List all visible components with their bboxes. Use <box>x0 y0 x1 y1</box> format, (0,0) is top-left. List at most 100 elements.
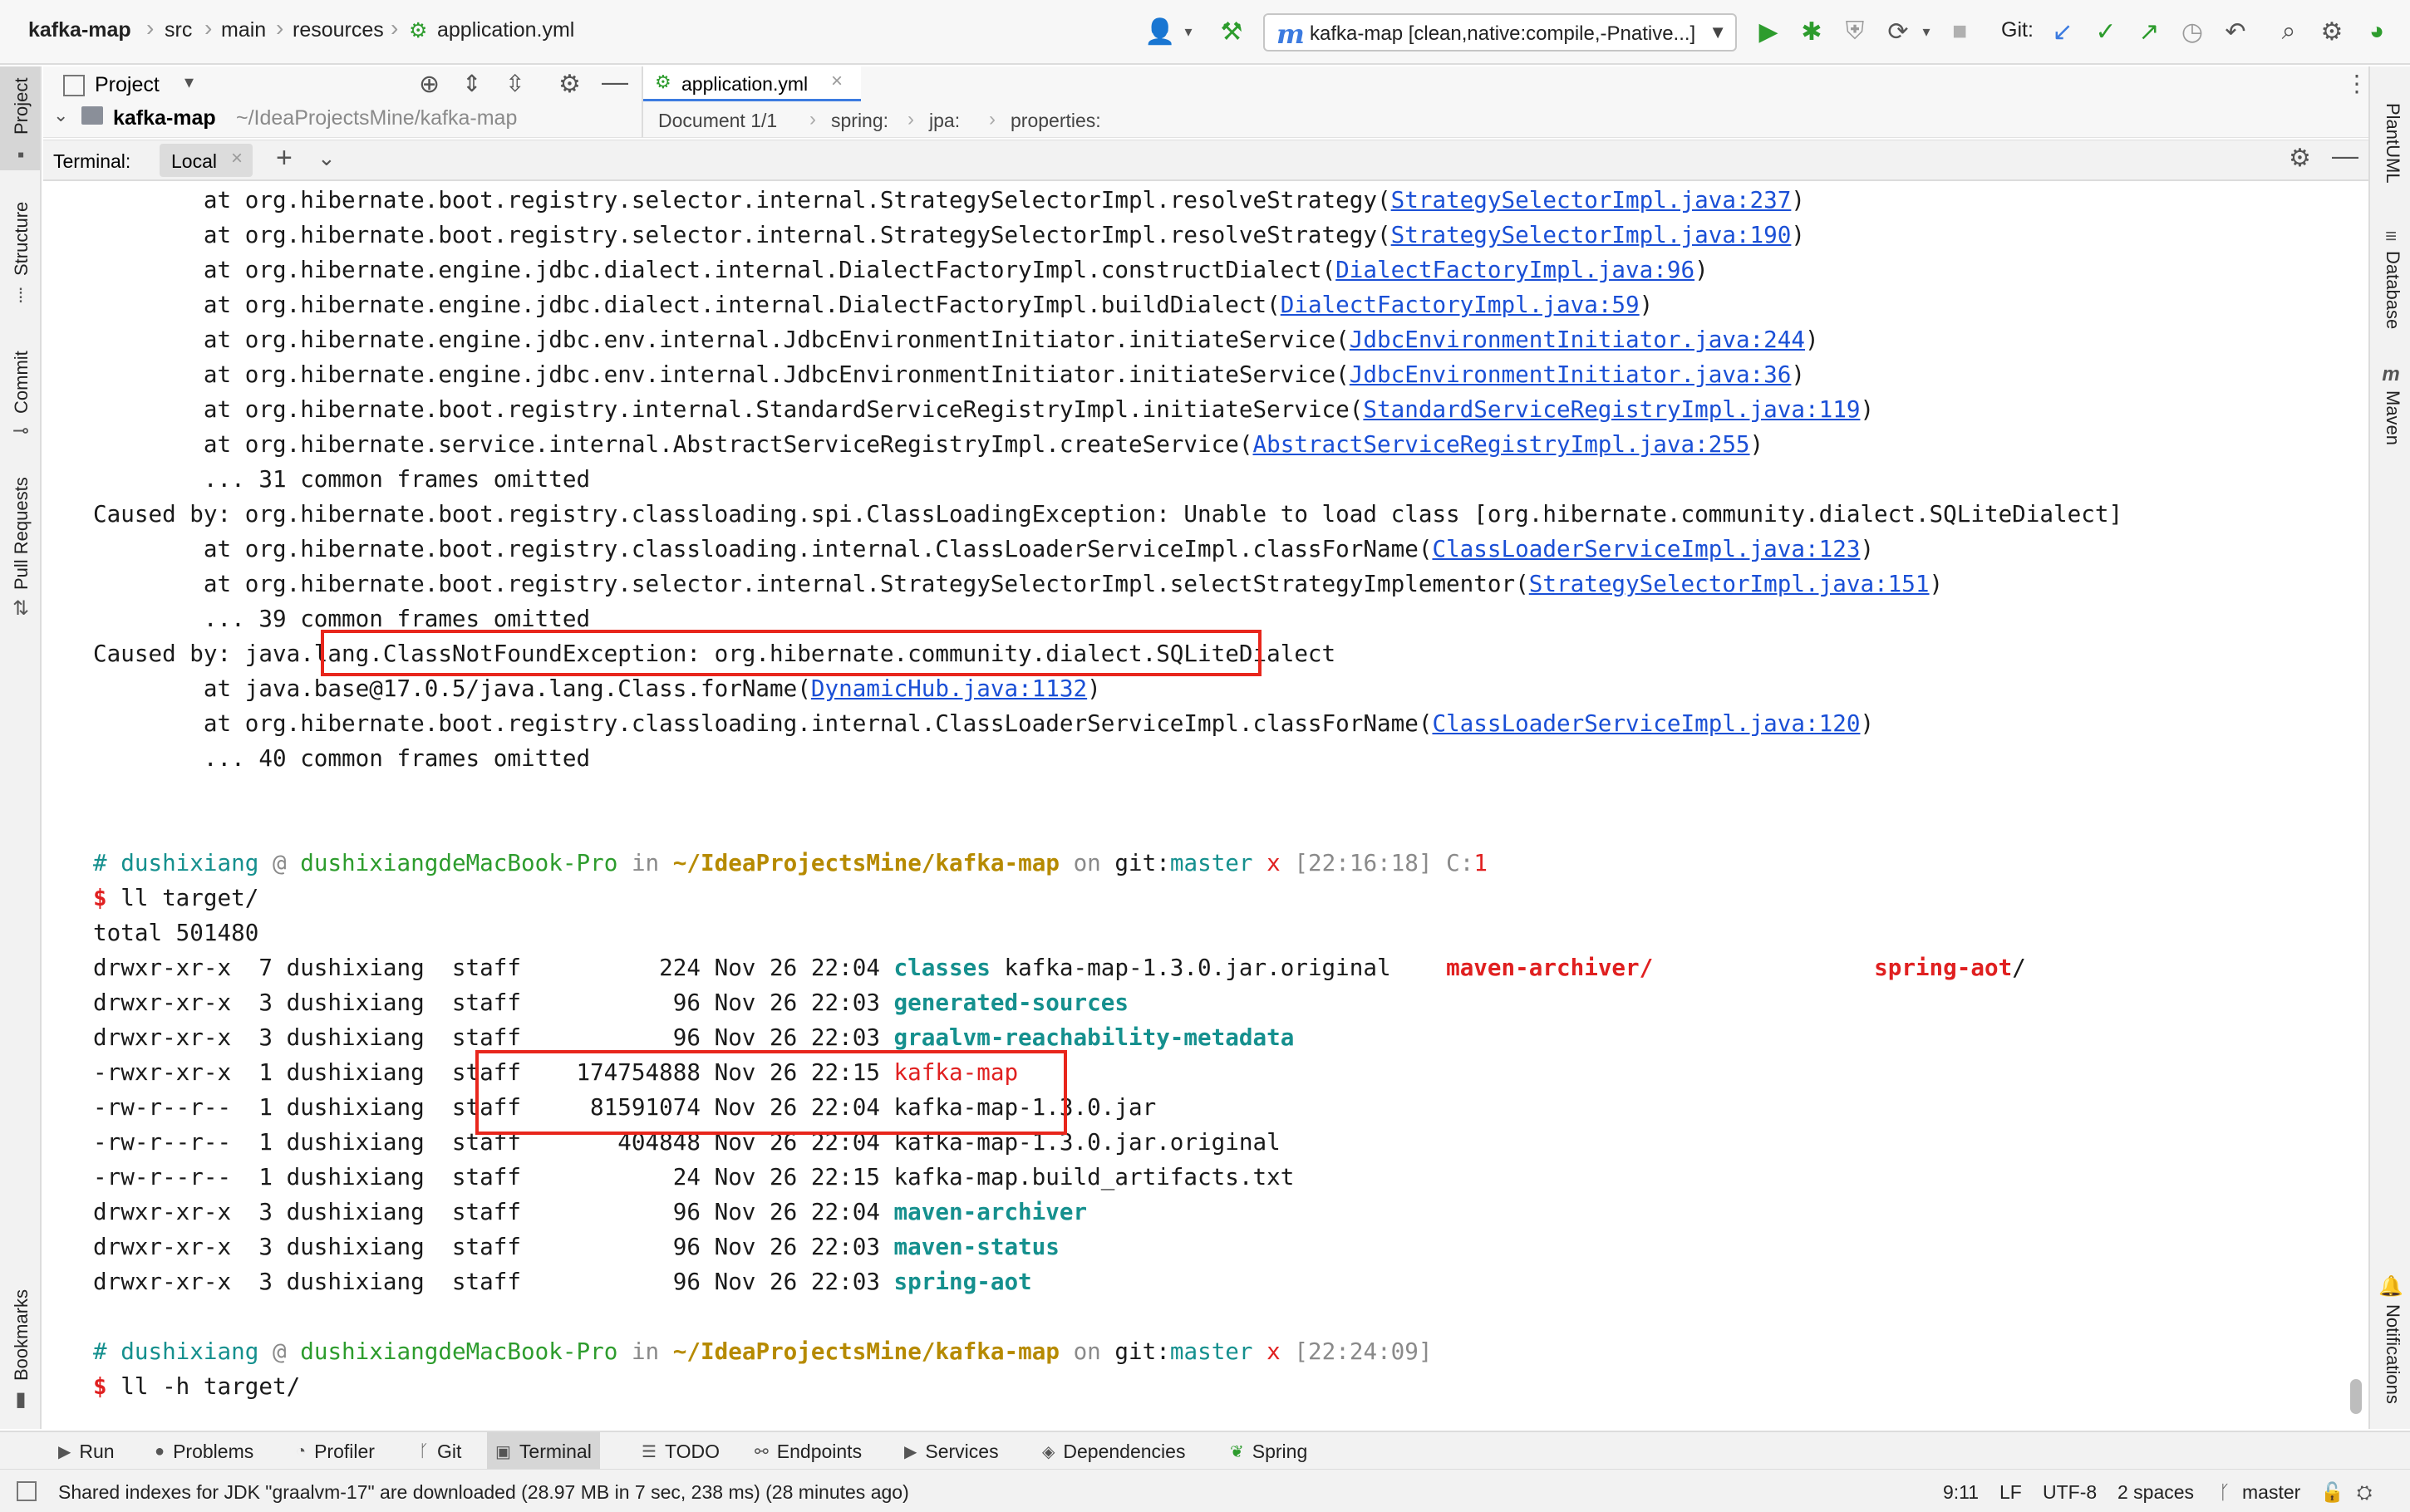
run-icon: ▶ <box>58 1442 71 1461</box>
tool-tab-maven[interactable]: Maven <box>2382 390 2403 445</box>
more-tabs-icon[interactable]: ⋮ <box>2345 70 2368 97</box>
left-tool-window-strip: Project ▪ Structure ⁞ Commit ⊸ Pull Requ… <box>0 66 42 1429</box>
project-view-dropdown-icon[interactable]: ▾ <box>184 71 194 93</box>
tool-tab-git[interactable]: ᚴ Git <box>411 1432 470 1470</box>
tool-tab-notifications[interactable]: Notifications <box>2382 1304 2403 1404</box>
terminal-tab-local[interactable]: Local × <box>160 144 253 177</box>
project-root-path: ~/IdeaProjectsMine/kafka-map <box>236 106 518 130</box>
tool-tab-todo[interactable]: ☰ TODO <box>633 1432 728 1470</box>
prompt-in: in <box>617 849 673 876</box>
stop-icon[interactable]: ■ <box>1943 15 1976 48</box>
ide-update-icon[interactable]: ◕ <box>2360 15 2393 48</box>
source-link[interactable]: DialectFactoryImpl.java:59 <box>1281 291 1640 318</box>
debug-icon[interactable]: ✱ <box>1795 15 1828 48</box>
tool-tab-bookmarks[interactable]: Bookmarks <box>11 1289 32 1381</box>
editor-breadcrumb-spring[interactable]: spring: <box>831 110 888 132</box>
source-link[interactable]: ClassLoaderServiceImpl.java:120 <box>1432 709 1860 737</box>
breadcrumb-src[interactable]: src <box>165 18 192 42</box>
tool-tab-structure[interactable]: Structure <box>11 202 32 276</box>
source-link[interactable]: StandardServiceRegistryImpl.java:119 <box>1363 395 1860 423</box>
terminal-settings-gear-icon[interactable]: ⚙ <box>2289 144 2311 173</box>
terminal-scrollbar-thumb[interactable] <box>2350 1379 2362 1414</box>
source-link[interactable]: AbstractServiceRegistryImpl.java:255 <box>1252 430 1749 458</box>
source-link[interactable]: StrategySelectorImpl.java:190 <box>1391 221 1792 248</box>
build-hammer-icon[interactable]: ⚒ <box>1215 15 1248 48</box>
source-link[interactable]: ClassLoaderServiceImpl.java:123 <box>1432 535 1860 562</box>
breadcrumb-project[interactable]: kafka-map <box>28 18 131 42</box>
lock-icon[interactable]: 🔓 <box>2320 1481 2344 1504</box>
git-commit-icon[interactable]: ✓ <box>2089 15 2122 48</box>
source-link[interactable]: StrategySelectorImpl.java:237 <box>1391 186 1792 214</box>
source-link[interactable]: StrategySelectorImpl.java:151 <box>1529 570 1930 597</box>
tool-tab-services[interactable]: ▶ Services <box>896 1432 1007 1470</box>
tool-tab-pull-requests[interactable]: Pull Requests <box>11 477 32 590</box>
prompt-git-label: git: <box>1114 1338 1170 1365</box>
tool-tab-spring[interactable]: ❦ Spring <box>1222 1432 1316 1470</box>
tool-tab-label: TODO <box>664 1440 720 1462</box>
tool-tab-project[interactable]: Project <box>11 78 32 135</box>
caret-position[interactable]: 9:11 <box>1943 1481 1979 1504</box>
indent-setting[interactable]: 2 spaces <box>2117 1481 2194 1504</box>
account-dropdown-icon[interactable]: ▾ <box>1172 15 1205 48</box>
tool-tab-database[interactable]: Database <box>2382 251 2403 329</box>
project-root-name[interactable]: kafka-map <box>113 106 216 130</box>
tool-tab-dependencies[interactable]: ◈ Dependencies <box>1034 1432 1193 1470</box>
new-terminal-plus-icon[interactable]: + <box>276 142 293 174</box>
hide-terminal-icon[interactable]: — <box>2332 140 2358 171</box>
file-encoding[interactable]: UTF-8 <box>2043 1481 2097 1504</box>
more-run-dropdown-icon[interactable]: ▾ <box>1910 15 1943 48</box>
tool-tab-terminal[interactable]: ▣ Terminal <box>487 1432 600 1470</box>
chevron-down-icon: ▼ <box>1709 22 1727 42</box>
breadcrumb-file[interactable]: application.yml <box>437 18 574 42</box>
tool-tab-endpoints[interactable]: ⚯ Endpoints <box>746 1432 870 1470</box>
tool-tab-problems[interactable]: ● Problems <box>146 1432 262 1470</box>
settings-gear-icon[interactable]: ⚙ <box>2315 15 2349 48</box>
run-configuration-select[interactable]: m kafka-map [clean,native:compile,-Pnati… <box>1263 13 1737 52</box>
tool-tab-label: Spring <box>1252 1440 1308 1462</box>
coverage-icon[interactable]: ⛨ <box>1838 15 1871 48</box>
status-message[interactable]: Shared indexes for JDK "graalvm-17" are … <box>58 1481 909 1504</box>
tool-tab-plantuml[interactable]: PlantUML <box>2382 103 2403 184</box>
breadcrumb-resources[interactable]: resources <box>293 18 384 42</box>
git-rollback-icon[interactable]: ↶ <box>2219 15 2252 48</box>
stack-trace-line: at org.hibernate.boot.registry.selector.… <box>93 183 1805 218</box>
close-tab-icon[interactable]: × <box>231 147 243 170</box>
editor-breadcrumb-properties[interactable]: properties: <box>1011 110 1101 132</box>
git-history-icon[interactable]: ◷ <box>2176 15 2209 48</box>
tool-tab-label: Profiler <box>314 1440 375 1462</box>
tool-tab-commit[interactable]: Commit <box>11 351 32 414</box>
editor-tab-application-yml[interactable]: ⚙ application.yml × <box>643 66 861 101</box>
options-gear-icon[interactable]: ⚙ <box>558 70 581 99</box>
breadcrumb-main[interactable]: main <box>221 18 266 42</box>
listing-name: kafka-map-1.3.0.jar.original <box>990 954 1447 981</box>
terminal-output[interactable]: at org.hibernate.boot.registry.selector.… <box>43 183 2368 1429</box>
line-separator[interactable]: LF <box>1999 1481 2022 1504</box>
expand-all-icon[interactable]: ⇕ <box>462 70 481 97</box>
listing-row: drwxr-xr-x 7 dushixiang staff 224 Nov 26… <box>93 950 2026 985</box>
hide-panel-icon[interactable]: — <box>602 66 628 97</box>
collapse-all-icon[interactable]: ⇳ <box>505 70 524 97</box>
close-tab-icon[interactable]: × <box>831 70 843 93</box>
run-icon[interactable]: ▶ <box>1752 15 1785 48</box>
editor-breadcrumb-document[interactable]: Document 1/1 <box>658 110 777 132</box>
git-branch[interactable]: master <box>2242 1481 2300 1504</box>
project-panel-title[interactable]: Project <box>95 73 160 97</box>
terminal-dropdown-chevron-icon[interactable]: ⌄ <box>317 145 336 171</box>
prompt-dirty-marker: x <box>1252 1338 1295 1365</box>
toggle-tool-windows-icon[interactable] <box>17 1481 37 1501</box>
git-push-icon[interactable]: ↗ <box>2132 15 2166 48</box>
locate-file-icon[interactable]: ⊕ <box>419 70 440 99</box>
source-link[interactable]: JdbcEnvironmentInitiator.java:36 <box>1350 361 1792 388</box>
editor-breadcrumb-jpa[interactable]: jpa: <box>929 110 960 132</box>
memory-indicator-icon[interactable]: ⛭ <box>2357 1481 2372 1504</box>
tree-expand-chevron-icon[interactable]: ⌄ <box>53 105 68 126</box>
prompt-time: [22:24:09] <box>1294 1338 1433 1365</box>
source-link[interactable]: DynamicHub.java:1132 <box>811 675 1087 702</box>
search-icon[interactable]: ⌕ <box>2272 15 2305 48</box>
git-update-icon[interactable]: ↙ <box>2046 15 2079 48</box>
source-link[interactable]: DialectFactoryImpl.java:96 <box>1335 256 1694 283</box>
source-link[interactable]: JdbcEnvironmentInitiator.java:244 <box>1350 326 1805 353</box>
tool-tab-profiler[interactable]: ◔ Profiler <box>288 1432 383 1470</box>
tool-tab-run[interactable]: ▶ Run <box>50 1432 123 1470</box>
stack-trace-line: at org.hibernate.boot.registry.classload… <box>93 532 1874 567</box>
